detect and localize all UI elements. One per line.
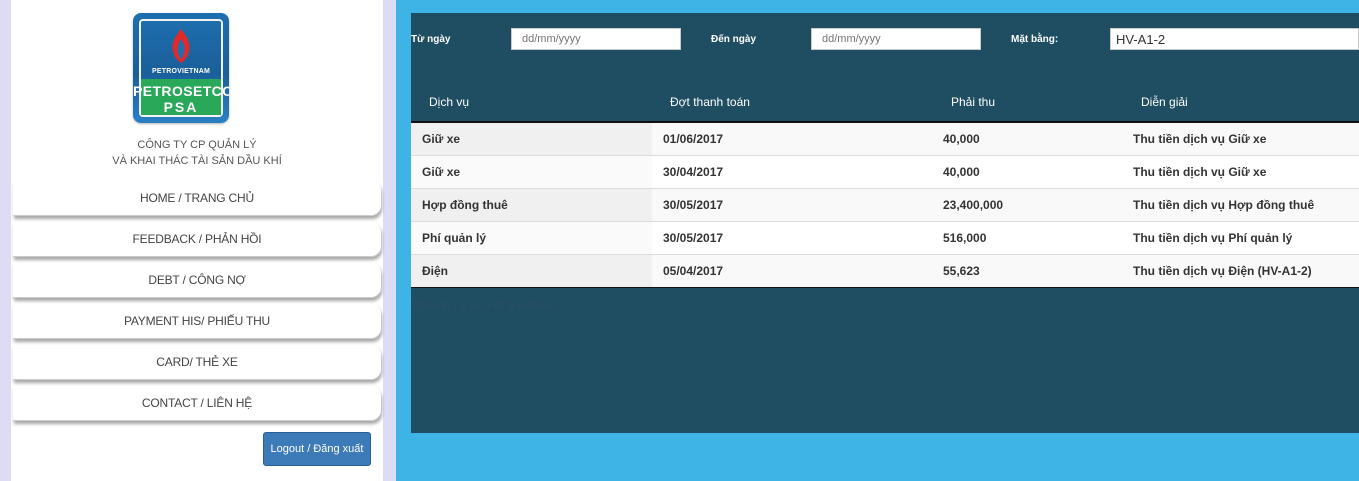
cell-payment-period: 30/04/2017 [663, 165, 724, 179]
company-name: CÔNG TY CP QUẢN LÝ VÀ KHAI THÁC TÀI SẢN … [11, 137, 383, 169]
logout-button[interactable]: Logout / Đăng xuất [263, 432, 371, 466]
table-row: Giữ xe 30/04/2017 40,000 Thu tiền dịch v… [411, 156, 1359, 189]
cell-service: Hợp đồng thuê [411, 189, 652, 221]
flame-icon [172, 29, 190, 63]
table-bottom-divider [411, 287, 1359, 288]
cell-payment-period: 30/05/2017 [663, 231, 724, 245]
menu-item-feedback[interactable]: FEEDBACK / PHẢN HỒI [13, 222, 381, 257]
debt-panel: Từ ngày Đến ngày Mặt bằng: Dịch vụ Đợt t… [411, 13, 1359, 433]
unit-label: Mặt bằng: [1011, 34, 1059, 45]
column-header-receivable[interactable]: Phải thu [951, 95, 995, 109]
menu-item-home[interactable]: HOME / TRANG CHỦ [13, 181, 381, 216]
table-row: Phí quản lý 30/05/2017 516,000 Thu tiền … [411, 222, 1359, 255]
cell-receivable: 516,000 [943, 231, 987, 245]
company-name-line2: VÀ KHAI THÁC TÀI SẢN DẦU KHÍ [112, 155, 282, 167]
table-info: Showing 1 to 5 of 5 entries [411, 298, 554, 312]
cell-service: Giữ xe [411, 123, 652, 155]
logo-brand-small: PETROVIETNAM [151, 68, 210, 75]
cell-service: Phí quản lý [411, 222, 652, 254]
to-date-input[interactable] [811, 28, 981, 50]
cell-service: Giữ xe [411, 156, 652, 188]
cell-receivable: 40,000 [943, 165, 980, 179]
column-header-description[interactable]: Diễn giải [1141, 95, 1188, 109]
column-header-payment-period[interactable]: Đợt thanh toán [670, 95, 750, 109]
to-date-label: Đến ngày [711, 34, 757, 45]
cell-description: Thu tiền dịch vụ Phí quản lý [1133, 231, 1293, 245]
cell-payment-period: 01/06/2017 [663, 132, 724, 146]
company-name-line1: CÔNG TY CP QUẢN LÝ [137, 139, 257, 151]
logo-brand-main: PETROSETCO [133, 83, 229, 99]
menu-item-card[interactable]: CARD/ THẺ XE [13, 345, 381, 380]
cell-description: Thu tiền dịch vụ Giữ xe [1133, 132, 1267, 146]
cell-payment-period: 05/04/2017 [663, 264, 724, 278]
cell-receivable: 40,000 [943, 132, 980, 146]
from-date-input[interactable] [511, 28, 681, 50]
menu-item-payment-history[interactable]: PAYMENT HIS/ PHIẾU THU [13, 304, 381, 339]
table-row: Giữ xe 01/06/2017 40,000 Thu tiền dịch v… [411, 123, 1359, 156]
menu-item-debt[interactable]: DEBT / CÔNG NỢ [13, 263, 381, 298]
cell-payment-period: 30/05/2017 [663, 198, 724, 212]
cell-description: Thu tiền dịch vụ Hợp đồng thuê [1133, 198, 1315, 212]
cell-service: Điện [411, 255, 652, 287]
table-row: Điện 05/04/2017 55,623 Thu tiền dịch vụ … [411, 255, 1359, 288]
left-edge-strip [0, 0, 11, 481]
from-date-label: Từ ngày [411, 34, 451, 45]
cell-description: Thu tiền dịch vụ Điện (HV-A1-2) [1133, 264, 1312, 278]
petrosetco-logo: PETROVIETNAM PETROSETCO PSA [133, 13, 229, 123]
cell-description: Thu tiền dịch vụ Giữ xe [1133, 165, 1267, 179]
sidebar-divider [383, 0, 396, 481]
column-header-service[interactable]: Dịch vụ [429, 95, 469, 109]
unit-select[interactable] [1110, 28, 1359, 50]
table-row: Hợp đồng thuê 30/05/2017 23,400,000 Thu … [411, 189, 1359, 222]
cell-receivable: 23,400,000 [943, 198, 1004, 212]
logo-brand-psa: PSA [163, 99, 199, 115]
cell-receivable: 55,623 [943, 264, 980, 278]
menu-item-contact[interactable]: CONTACT / LIÊN HỆ [13, 386, 381, 421]
